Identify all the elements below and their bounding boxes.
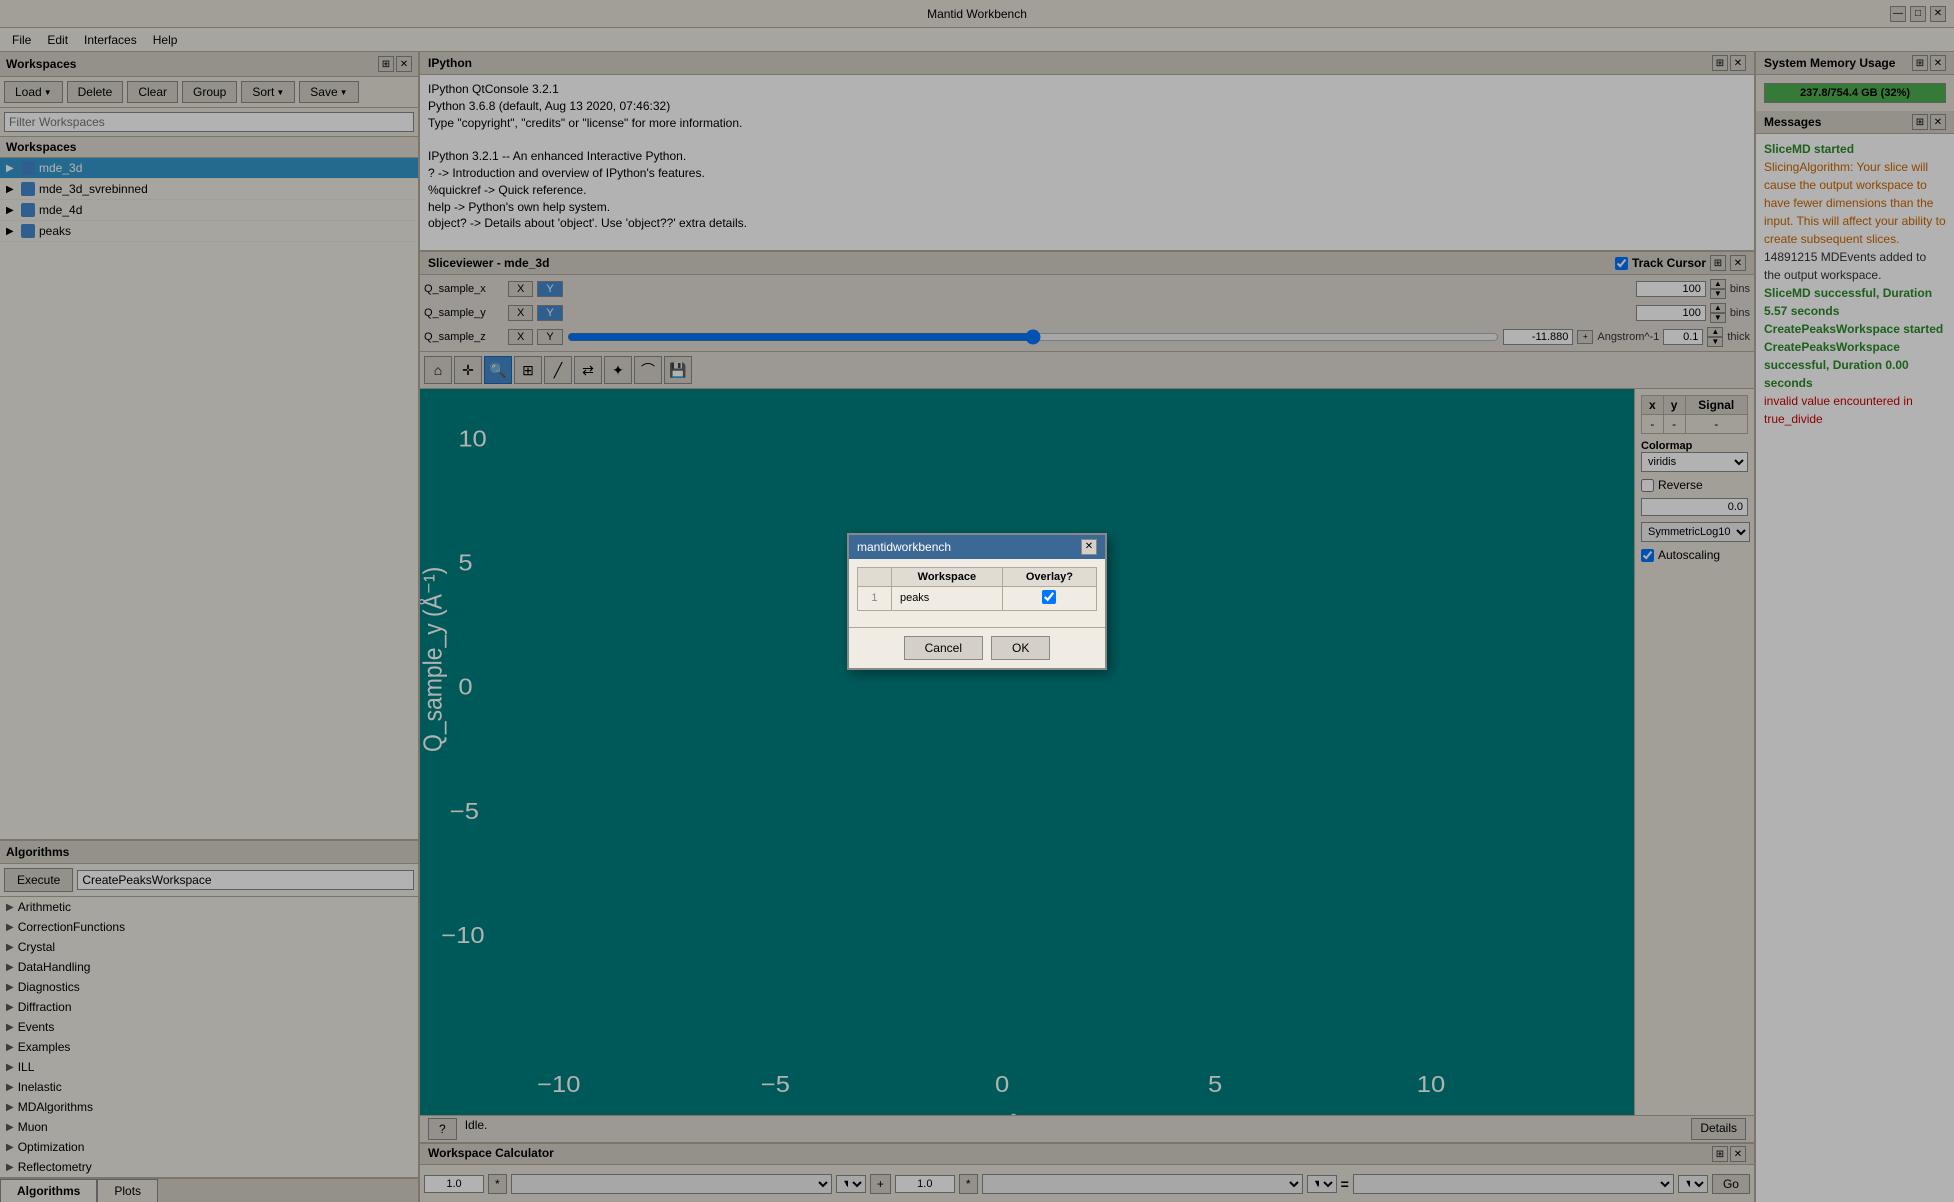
modal-workspace-name: peaks xyxy=(891,586,1002,610)
modal-ok-btn[interactable]: OK xyxy=(991,636,1050,660)
modal-titlebar: mantidworkbench ✕ xyxy=(849,535,1105,559)
modal-buttons: Cancel OK xyxy=(849,627,1105,668)
modal-table: Workspace Overlay? 1 peaks xyxy=(857,567,1097,611)
modal-col-num xyxy=(858,567,892,586)
modal-title: mantidworkbench xyxy=(857,540,951,554)
modal-overlay-cell xyxy=(1002,586,1096,610)
modal-overlay-checkbox[interactable] xyxy=(1042,590,1056,604)
modal-row-num: 1 xyxy=(858,586,892,610)
modal-overlay: mantidworkbench ✕ Workspace Overlay? 1 p… xyxy=(0,0,1954,1202)
modal-content: Workspace Overlay? 1 peaks xyxy=(849,559,1105,627)
modal-cancel-btn[interactable]: Cancel xyxy=(904,636,983,660)
modal-col-overlay: Overlay? xyxy=(1002,567,1096,586)
modal-col-workspace: Workspace xyxy=(891,567,1002,586)
modal-table-row: 1 peaks xyxy=(858,586,1097,610)
modal-close-btn[interactable]: ✕ xyxy=(1081,539,1097,555)
modal-dialog: mantidworkbench ✕ Workspace Overlay? 1 p… xyxy=(847,533,1107,670)
